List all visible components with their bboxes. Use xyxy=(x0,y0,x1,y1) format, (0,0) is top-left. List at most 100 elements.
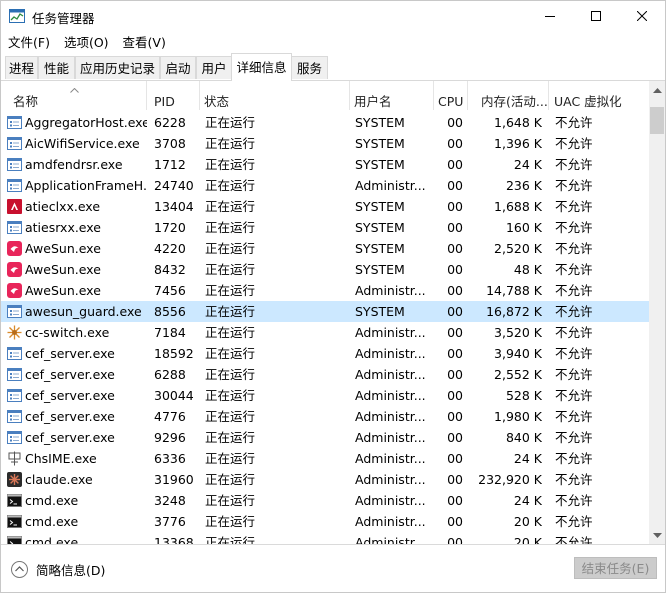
process-uac: 不允许 xyxy=(555,157,593,172)
column-header-status[interactable]: 状态 xyxy=(200,81,350,110)
process-memory: 840 K xyxy=(505,430,542,445)
process-pid: 24740 xyxy=(154,178,194,193)
process-memory: 14,788 K xyxy=(486,283,542,298)
process-uac: 不允许 xyxy=(555,472,593,487)
table-row[interactable]: AweSun.exe 8432 正在运行 SYSTEM 00 48 K 不允许 xyxy=(1,259,649,280)
process-status: 正在运行 xyxy=(205,472,256,487)
menu-view[interactable]: 查看(V) xyxy=(116,32,173,52)
tab-performance[interactable]: 性能 xyxy=(38,56,75,79)
table-row[interactable]: AweSun.exe 4220 正在运行 SYSTEM 00 2,520 K 不允许 xyxy=(1,238,649,259)
menu-bar: 文件(F) 选项(O) 查看(V) xyxy=(1,32,665,52)
close-icon xyxy=(637,11,647,21)
process-cpu: 00 xyxy=(447,409,463,424)
process-pid: 1720 xyxy=(154,220,186,235)
maximize-button[interactable] xyxy=(573,1,619,31)
table-row[interactable]: cef_server.exe 4776 正在运行 Administr... 00 1,98… xyxy=(1,406,649,427)
column-header-name[interactable]: 名称 xyxy=(9,81,147,110)
process-name: claude.exe xyxy=(25,472,93,487)
table-row[interactable]: atiesrxx.exe 1720 正在运行 SYSTEM 00 160 K 不允许 xyxy=(1,217,649,238)
process-status: 正在运行 xyxy=(205,220,256,235)
tab-details[interactable]: 详细信息 xyxy=(231,53,292,81)
menu-file[interactable]: 文件(F) xyxy=(1,32,57,52)
vertical-scrollbar[interactable] xyxy=(649,81,665,544)
process-pid: 13404 xyxy=(154,199,194,214)
generic-window-icon xyxy=(7,220,22,235)
table-row[interactable]: cmd.exe 3248 正在运行 Administr... 00 24 K 不允许 xyxy=(1,490,649,511)
process-name: amdfendrsr.exe xyxy=(25,157,123,172)
table-row[interactable]: claude.exe 31960 正在运行 Administr... 00 232,920… xyxy=(1,469,649,490)
table-row[interactable]: cef_server.exe 30044 正在运行 Administr... 00 528… xyxy=(1,385,649,406)
column-header-user[interactable]: 用户名 xyxy=(350,81,434,110)
process-name: ApplicationFrameH... xyxy=(25,178,147,193)
scrollbar-thumb[interactable] xyxy=(650,107,664,134)
scroll-down-button[interactable] xyxy=(649,527,665,543)
process-user: SYSTEM xyxy=(355,157,405,172)
process-cpu: 00 xyxy=(447,367,463,382)
generic-window-icon xyxy=(7,388,22,403)
table-row[interactable]: cef_server.exe 9296 正在运行 Administr... 00 840 … xyxy=(1,427,649,448)
table-row[interactable]: cef_server.exe 6288 正在运行 Administr... 00 2,55… xyxy=(1,364,649,385)
table-row[interactable]: cmd.exe 13368 正在运行 Administr... 00 20 K 不允许 xyxy=(1,532,649,544)
process-uac: 不允许 xyxy=(555,283,593,298)
process-status: 正在运行 xyxy=(205,304,256,319)
process-uac: 不允许 xyxy=(555,430,593,445)
title-bar[interactable]: 任务管理器 xyxy=(1,1,665,31)
menu-options[interactable]: 选项(O) xyxy=(57,32,116,52)
process-memory: 20 K xyxy=(513,535,542,544)
table-row[interactable]: amdfendrsr.exe 1712 正在运行 SYSTEM 00 24 K 不允许 xyxy=(1,154,649,175)
table-row[interactable]: awesun_guard.exe 8556 正在运行 SYSTEM 00 16,872 K… xyxy=(1,301,649,322)
table-row[interactable]: cc-switch.exe 7184 正在运行 Administr... 00 3,520… xyxy=(1,322,649,343)
process-user: SYSTEM xyxy=(355,115,405,130)
process-uac: 不允许 xyxy=(555,451,593,466)
brief-info-toggle[interactable]: 简略信息(D) xyxy=(11,559,105,579)
column-header-memory[interactable]: 内存(活动... xyxy=(477,81,549,110)
generic-window-icon xyxy=(7,409,22,424)
process-cpu: 00 xyxy=(447,220,463,235)
close-button[interactable] xyxy=(619,1,665,31)
table-row[interactable]: cmd.exe 3776 正在运行 Administr... 00 20 K 不允许 xyxy=(1,511,649,532)
table-row[interactable]: cef_server.exe 18592 正在运行 Administr... 00 3,9… xyxy=(1,343,649,364)
process-pid: 7184 xyxy=(154,325,186,340)
sunburst-icon xyxy=(7,325,22,340)
process-user: Administr... xyxy=(355,409,426,424)
tab-users[interactable]: 用户 xyxy=(196,56,232,79)
table-row[interactable]: AggregatorHost.exe 6228 正在运行 SYSTEM 00 1,648 … xyxy=(1,112,649,133)
process-status: 正在运行 xyxy=(205,367,256,382)
table-row[interactable]: ChsIME.exe 6336 正在运行 Administr... 00 24 K 不允许 xyxy=(1,448,649,469)
process-status: 正在运行 xyxy=(205,535,256,544)
tab-app-history[interactable]: 应用历史记录 xyxy=(75,56,160,79)
process-user: Administr... xyxy=(355,178,426,193)
generic-window-icon xyxy=(7,304,22,319)
column-header-uac[interactable]: UAC 虚拟化 xyxy=(550,81,649,110)
table-row[interactable]: AweSun.exe 7456 正在运行 Administr... 00 14,788 K… xyxy=(1,280,649,301)
process-user: SYSTEM xyxy=(355,220,405,235)
process-memory: 2,552 K xyxy=(494,367,542,382)
scroll-up-button[interactable] xyxy=(649,82,665,98)
tab-services[interactable]: 服务 xyxy=(291,56,328,79)
minimize-button[interactable] xyxy=(527,1,573,31)
process-status: 正在运行 xyxy=(205,388,256,403)
table-row[interactable]: ApplicationFrameH... 24740 正在运行 Administr..… xyxy=(1,175,649,196)
process-memory: 1,980 K xyxy=(494,409,542,424)
process-cpu: 00 xyxy=(447,262,463,277)
process-cpu: 00 xyxy=(447,115,463,130)
process-user: Administr... xyxy=(355,514,426,529)
table-row[interactable]: atieclxx.exe 13404 正在运行 SYSTEM 00 1,688 K 不允许 xyxy=(1,196,649,217)
process-memory: 160 K xyxy=(505,220,542,235)
process-pid: 8556 xyxy=(154,304,186,319)
process-user: SYSTEM xyxy=(355,262,405,277)
column-header-cpu[interactable]: CPU xyxy=(434,81,468,110)
console-icon xyxy=(7,493,22,508)
tab-processes[interactable]: 进程 xyxy=(5,56,38,79)
column-header-pid[interactable]: PID xyxy=(150,81,200,110)
end-task-button[interactable]: 结束任务(E) xyxy=(574,557,657,579)
process-status: 正在运行 xyxy=(205,430,256,445)
process-status: 正在运行 xyxy=(205,241,256,256)
process-name: atieclxx.exe xyxy=(25,199,101,214)
window-title: 任务管理器 xyxy=(32,11,95,26)
process-user: Administr... xyxy=(355,346,426,361)
process-status: 正在运行 xyxy=(205,346,256,361)
process-uac: 不允许 xyxy=(555,346,593,361)
table-row[interactable]: AicWifiService.exe 3708 正在运行 SYSTEM 00 1,396 … xyxy=(1,133,649,154)
tab-startup[interactable]: 启动 xyxy=(160,56,196,79)
